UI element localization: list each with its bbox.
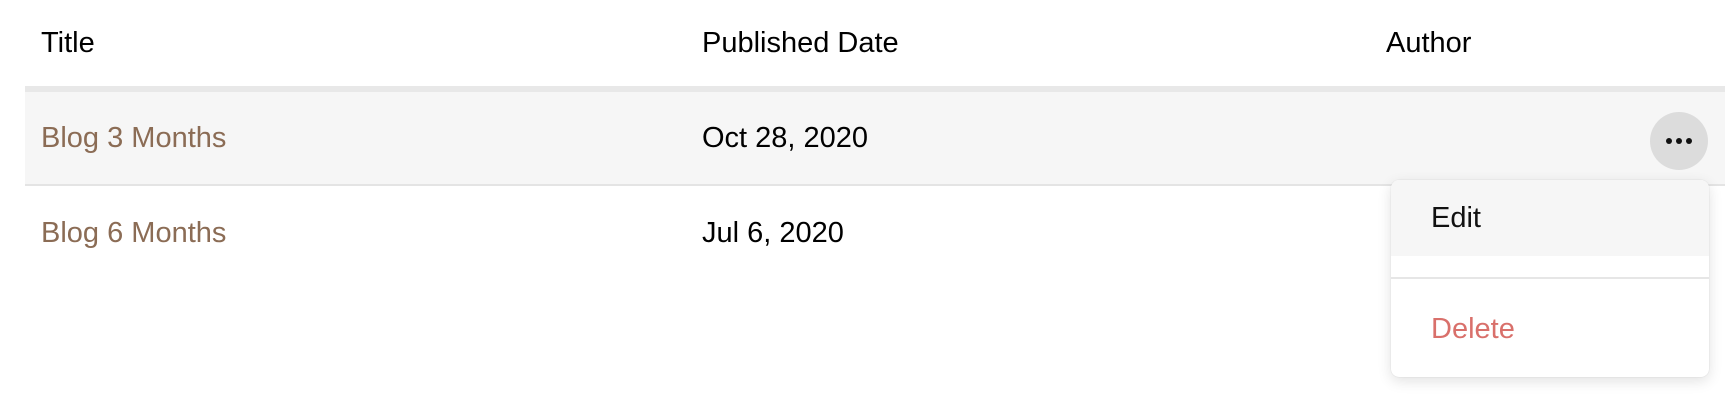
column-header-published-date[interactable]: Published Date: [702, 26, 899, 60]
menu-item-delete[interactable]: Delete: [1391, 291, 1709, 367]
menu-divider: [1391, 277, 1709, 279]
column-header-author[interactable]: Author: [1386, 26, 1471, 60]
more-horizontal-icon: [1666, 138, 1692, 144]
column-header-title[interactable]: Title: [41, 26, 95, 60]
post-title-link[interactable]: Blog 6 Months: [41, 216, 226, 250]
row-actions-button[interactable]: [1650, 112, 1708, 170]
row-actions-menu: Edit Delete: [1391, 180, 1709, 377]
posts-page: Title Published Date Author Blog 3 Month…: [0, 0, 1728, 414]
table-header-row: Title Published Date Author: [25, 0, 1725, 92]
post-published-date: Oct 28, 2020: [702, 122, 869, 154]
table-row[interactable]: Blog 3 Months Oct 28, 2020: [25, 92, 1725, 186]
post-title-link[interactable]: Blog 3 Months: [41, 121, 226, 155]
post-published-date: Jul 6, 2020: [702, 217, 844, 249]
menu-item-edit[interactable]: Edit: [1391, 180, 1709, 256]
